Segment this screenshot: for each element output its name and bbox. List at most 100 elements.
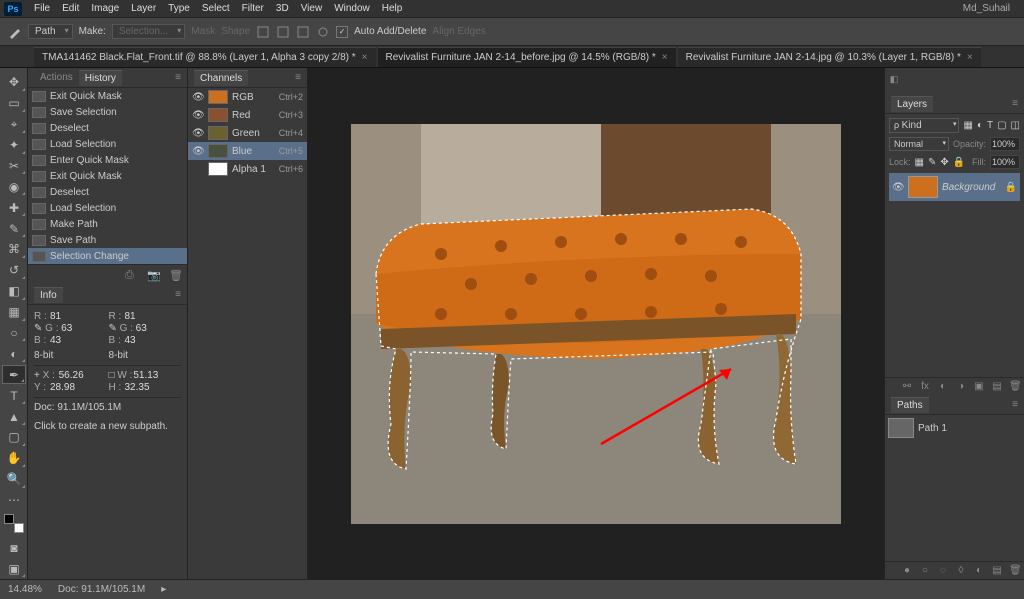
mask-button[interactable]: Mask bbox=[191, 26, 215, 37]
menu-file[interactable]: File bbox=[28, 3, 56, 14]
menu-window[interactable]: Window bbox=[328, 3, 376, 14]
filter-pixel-icon[interactable]: ▦ bbox=[963, 120, 972, 131]
lock-pos-icon[interactable]: ✥ bbox=[940, 157, 948, 168]
layer-thumbnail[interactable] bbox=[908, 176, 938, 198]
channel-alpha1[interactable]: Alpha 1Ctrl+6 bbox=[188, 160, 307, 178]
filter-shape-icon[interactable]: ▢ bbox=[997, 120, 1006, 131]
filter-smart-icon[interactable]: ◫ bbox=[1011, 120, 1020, 131]
selection-from-path-icon[interactable]: ◌ bbox=[937, 565, 949, 576]
panel-menu-icon[interactable]: ≡ bbox=[1012, 399, 1018, 410]
channel-rgb[interactable]: 👁RGBCtrl+2 bbox=[188, 88, 307, 106]
layer-background[interactable]: 👁 Background 🔒 bbox=[889, 173, 1020, 201]
eye-icon[interactable]: 👁 bbox=[892, 182, 904, 193]
shape-button[interactable]: Shape bbox=[221, 26, 250, 37]
history-item[interactable]: Save Selection bbox=[28, 104, 187, 120]
eye-icon[interactable]: 👁 bbox=[192, 128, 204, 139]
channel-red[interactable]: 👁RedCtrl+3 bbox=[188, 106, 307, 124]
selection-button[interactable]: Selection... bbox=[112, 24, 185, 39]
channel-blue[interactable]: 👁BlueCtrl+5 bbox=[188, 142, 307, 160]
new-snapshot-icon[interactable]: 📷 bbox=[147, 269, 161, 281]
eye-icon[interactable]: 👁 bbox=[192, 92, 204, 103]
channels-tab[interactable]: Channels bbox=[194, 70, 248, 86]
stroke-path-icon[interactable]: ○ bbox=[919, 565, 931, 576]
new-layer-icon[interactable]: ▤ bbox=[991, 381, 1003, 392]
path-from-selection-icon[interactable]: ◊ bbox=[955, 565, 967, 576]
path-item[interactable]: Path 1 bbox=[885, 415, 1024, 441]
history-item[interactable]: Load Selection bbox=[28, 200, 187, 216]
menu-image[interactable]: Image bbox=[85, 3, 125, 14]
lasso-tool[interactable]: ⌖ bbox=[2, 115, 26, 134]
fill-path-icon[interactable]: ● bbox=[901, 565, 913, 576]
history-item[interactable]: Deselect bbox=[28, 120, 187, 136]
history-tab[interactable]: History bbox=[79, 70, 122, 86]
gradient-tool[interactable]: ▦ bbox=[2, 303, 26, 322]
move-tool[interactable]: ✥ bbox=[2, 73, 26, 92]
pen-tool[interactable]: ✒ bbox=[2, 365, 26, 384]
link-icon[interactable]: ⚯ bbox=[901, 381, 913, 392]
fill-input[interactable] bbox=[990, 155, 1020, 169]
crop-tool[interactable]: ✂ bbox=[2, 157, 26, 176]
close-icon[interactable]: × bbox=[362, 52, 368, 63]
close-icon[interactable]: × bbox=[967, 52, 973, 63]
history-item[interactable]: Exit Quick Mask bbox=[28, 168, 187, 184]
menu-edit[interactable]: Edit bbox=[56, 3, 85, 14]
lock-all-icon[interactable]: 🔒 bbox=[953, 157, 965, 168]
eye-icon[interactable]: 👁 bbox=[192, 146, 204, 157]
zoom-tool[interactable]: 🔍 bbox=[2, 470, 26, 489]
info-tab[interactable]: Info bbox=[34, 287, 63, 303]
paths-tab[interactable]: Paths bbox=[891, 397, 929, 413]
filter-adj-icon[interactable]: ◐ bbox=[977, 120, 983, 131]
edit-toolbar[interactable]: ⋯ bbox=[2, 491, 26, 510]
snapshot-icon[interactable]: ⎙ bbox=[125, 269, 139, 281]
menu-select[interactable]: Select bbox=[196, 3, 236, 14]
panel-menu-icon[interactable]: ≡ bbox=[295, 72, 301, 83]
group-icon[interactable]: ▣ bbox=[973, 381, 985, 392]
layer-kind-filter[interactable]: ρ Kind bbox=[889, 118, 959, 133]
path-arrange-icon[interactable] bbox=[296, 25, 310, 39]
eraser-tool[interactable]: ◧ bbox=[2, 282, 26, 301]
menu-filter[interactable]: Filter bbox=[236, 3, 270, 14]
brush-tool[interactable]: ✎ bbox=[2, 219, 26, 238]
menu-type[interactable]: Type bbox=[162, 3, 196, 14]
mask-icon[interactable]: ◐ bbox=[937, 381, 949, 392]
blend-mode-dropdown[interactable]: Normal bbox=[889, 137, 949, 151]
screenmode-toggle[interactable]: ▣ bbox=[2, 559, 26, 578]
new-path-icon[interactable]: ▤ bbox=[991, 565, 1003, 576]
doc-size[interactable]: Doc: 91.1M/105.1M bbox=[58, 584, 145, 595]
canvas[interactable] bbox=[308, 68, 884, 579]
history-item[interactable]: Load Selection bbox=[28, 136, 187, 152]
doc-tab-2[interactable]: Revivalist Furniture JAN 2-14.jpg @ 10.3… bbox=[678, 47, 981, 67]
delete-icon[interactable]: 🗑 bbox=[1009, 565, 1021, 576]
history-item[interactable]: Selection Change bbox=[28, 248, 187, 264]
menu-help[interactable]: Help bbox=[376, 3, 409, 14]
history-item[interactable]: Save Path bbox=[28, 232, 187, 248]
panel-menu-icon[interactable]: ≡ bbox=[1012, 98, 1018, 109]
doc-tab-1[interactable]: Revivalist Furniture JAN 2-14_before.jpg… bbox=[378, 47, 676, 67]
foreground-color[interactable] bbox=[4, 514, 14, 524]
layers-tab[interactable]: Layers bbox=[891, 96, 933, 112]
heal-tool[interactable]: ✚ bbox=[2, 198, 26, 217]
marquee-tool[interactable]: ▭ bbox=[2, 94, 26, 113]
lock-pixels-icon[interactable]: ✎ bbox=[928, 157, 936, 168]
menu-layer[interactable]: Layer bbox=[125, 3, 162, 14]
path-name[interactable]: Path 1 bbox=[918, 423, 947, 434]
channel-green[interactable]: 👁GreenCtrl+4 bbox=[188, 124, 307, 142]
wand-tool[interactable]: ✦ bbox=[2, 136, 26, 155]
color-swatches[interactable] bbox=[4, 514, 24, 533]
doc-tab-0[interactable]: TMA141462 Black.Flat_Front.tif @ 88.8% (… bbox=[34, 47, 376, 67]
lock-trans-icon[interactable]: ▦ bbox=[915, 157, 924, 168]
delete-icon[interactable]: 🗑 bbox=[169, 269, 183, 281]
gear-icon[interactable] bbox=[316, 25, 330, 39]
auto-add-check[interactable]: ✓ bbox=[336, 26, 348, 38]
color-panel-icon[interactable]: ◧ bbox=[887, 74, 901, 88]
hand-tool[interactable]: ✋ bbox=[2, 449, 26, 468]
stamp-tool[interactable]: ⌘ bbox=[2, 240, 26, 259]
path-select-tool[interactable]: ▲ bbox=[2, 407, 26, 426]
history-item[interactable]: Exit Quick Mask bbox=[28, 88, 187, 104]
actions-tab[interactable]: Actions bbox=[34, 70, 79, 85]
type-tool[interactable]: T bbox=[2, 386, 26, 405]
fx-icon[interactable]: fx bbox=[919, 381, 931, 392]
adjustment-icon[interactable]: ◑ bbox=[955, 381, 967, 392]
panel-menu-icon[interactable]: ≡ bbox=[175, 289, 181, 300]
background-color[interactable] bbox=[14, 523, 24, 533]
